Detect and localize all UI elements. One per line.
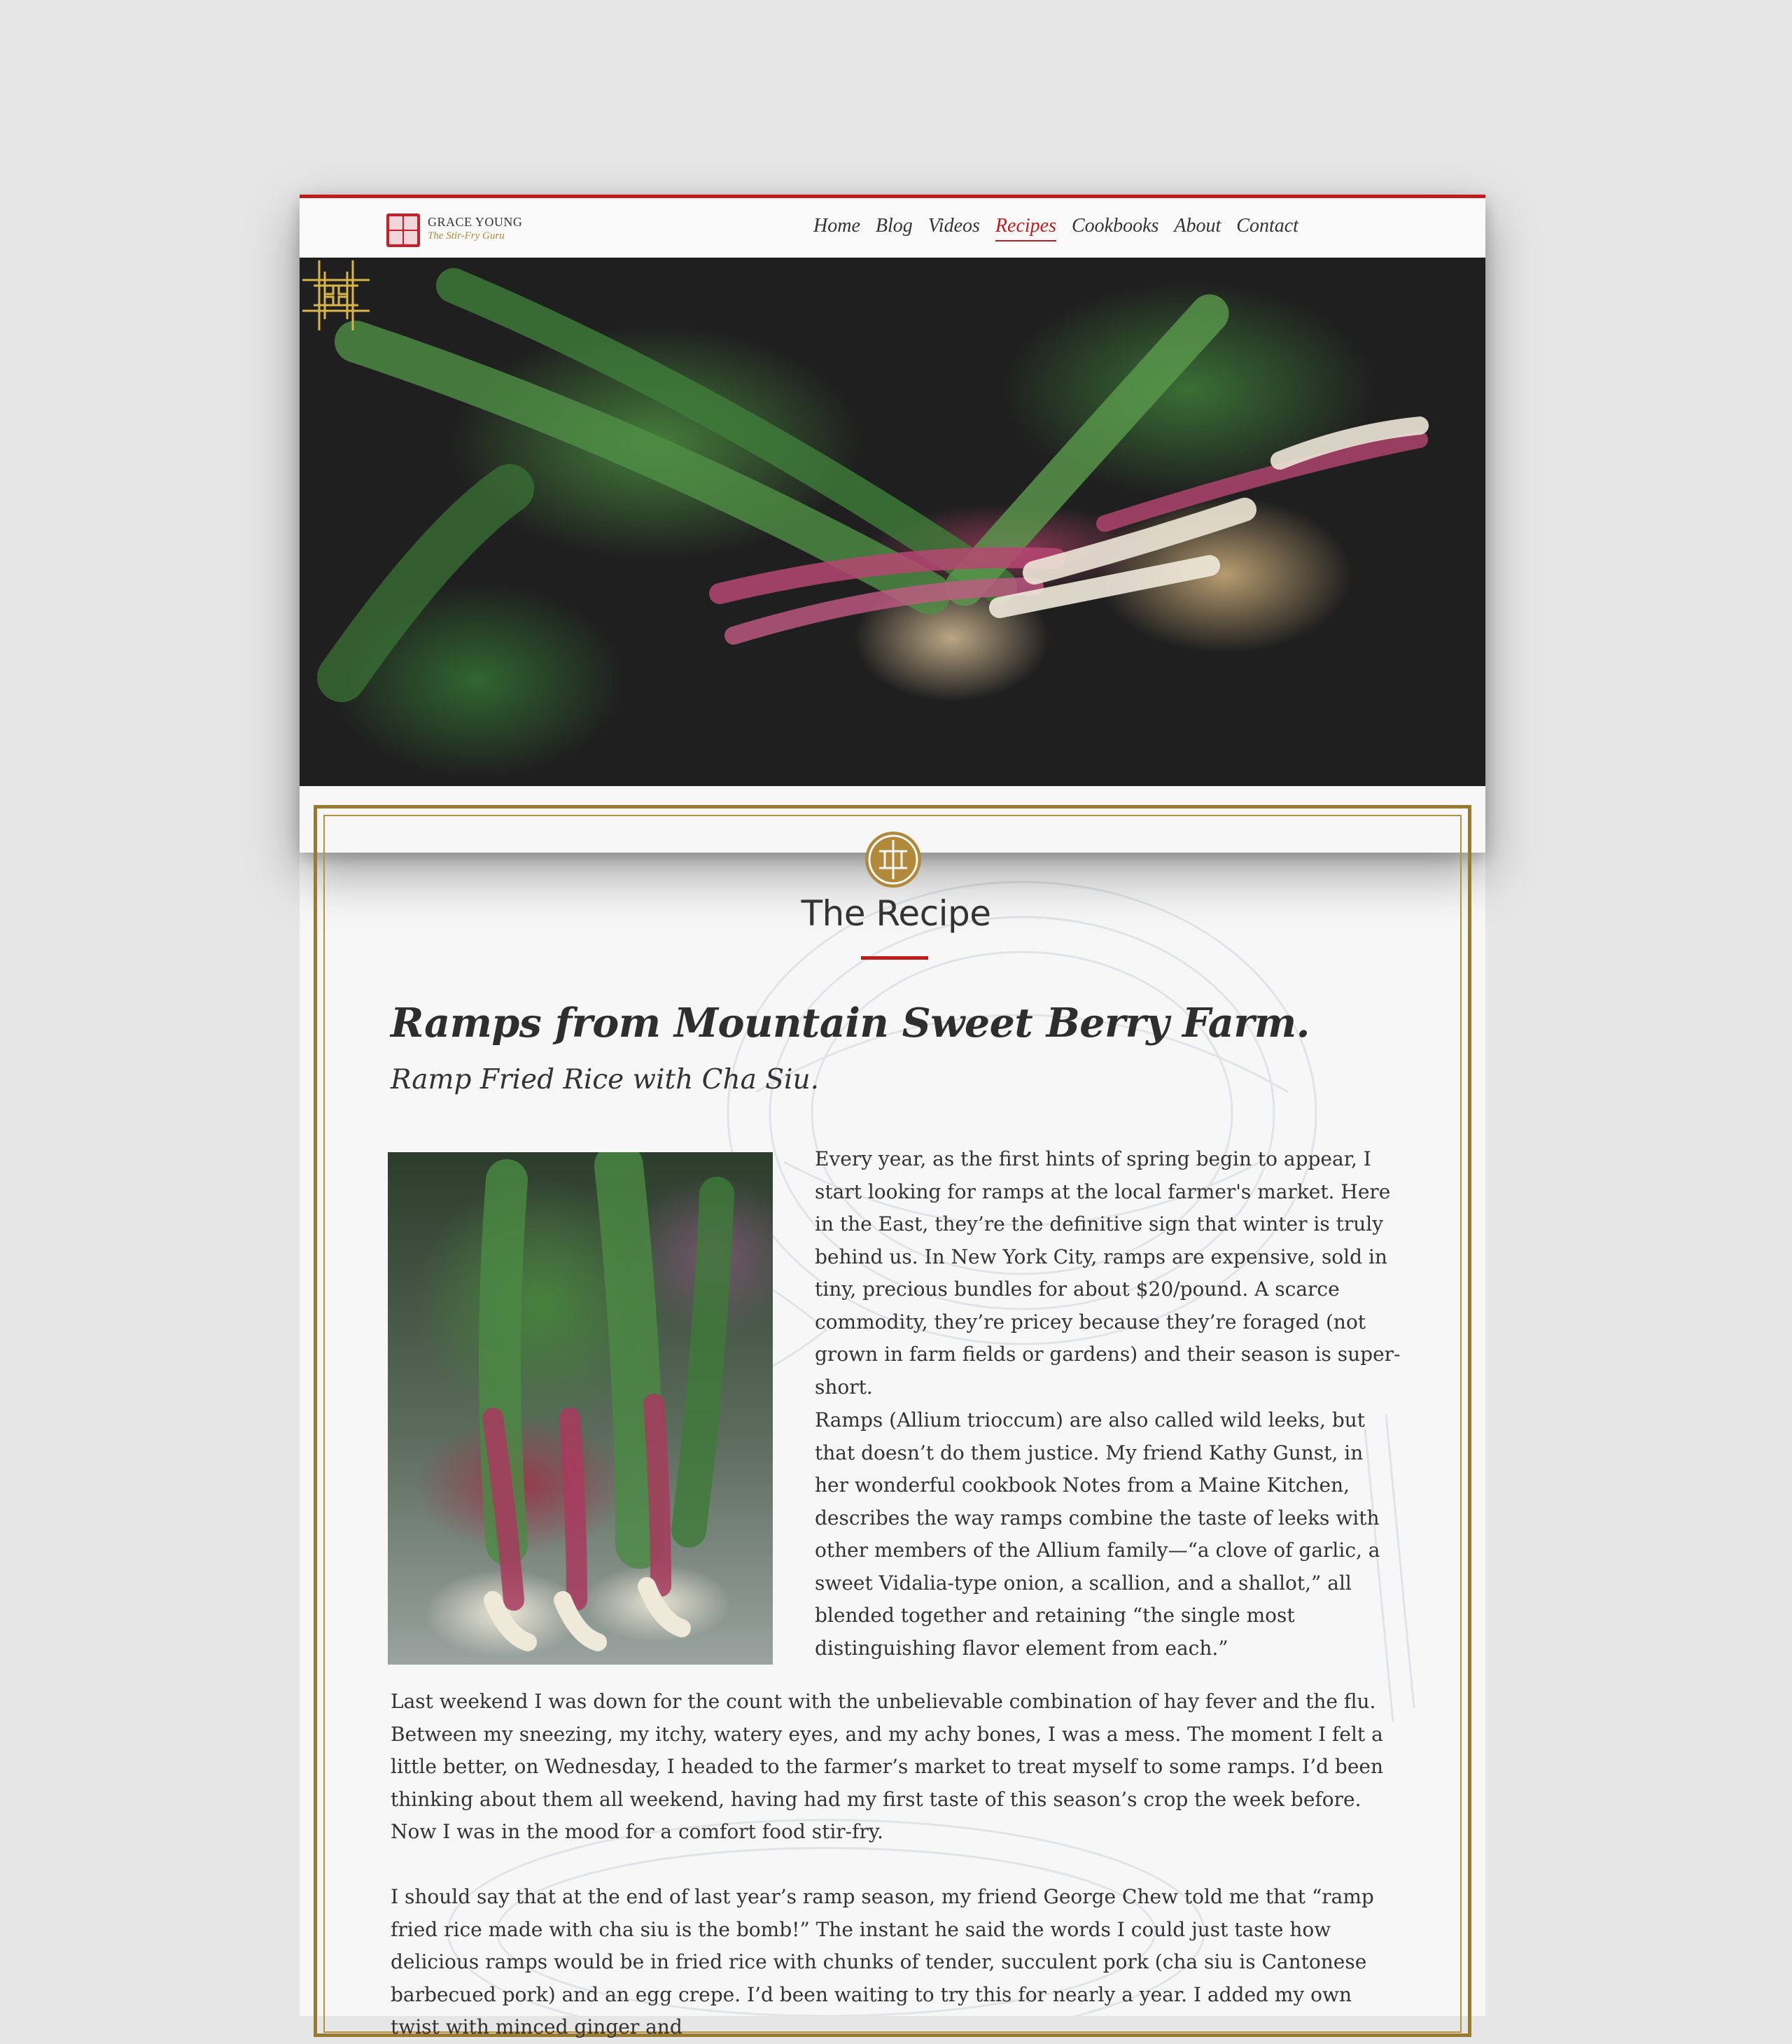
nav-cookbooks[interactable]: Cookbooks bbox=[1072, 215, 1158, 241]
nav-blog[interactable]: Blog bbox=[876, 215, 913, 241]
chinese-seal-icon[interactable] bbox=[386, 214, 420, 247]
main-nav: Home Blog Videos Recipes Cookbooks About… bbox=[813, 215, 1298, 241]
hero-illustration bbox=[317, 268, 1429, 702]
nav-contact[interactable]: Contact bbox=[1236, 215, 1298, 241]
section-title: The Recipe bbox=[801, 893, 991, 934]
title-underline bbox=[861, 956, 928, 960]
article-paragraph: Last weekend I was down for the count wi… bbox=[391, 1690, 1384, 1843]
nav-about[interactable]: About bbox=[1174, 215, 1221, 241]
nav-home[interactable]: Home bbox=[813, 215, 860, 241]
shou-medallion-icon bbox=[865, 832, 921, 888]
brand-name[interactable]: GRACE YOUNG bbox=[428, 215, 522, 230]
article-paragraph: I should say that at the end of last yea… bbox=[391, 1885, 1374, 2038]
nav-recipes[interactable]: Recipes bbox=[995, 215, 1056, 241]
site-header: GRACE YOUNG The Stir-Fry Guru Home Blog … bbox=[300, 195, 1485, 258]
article-paragraph: Every year, as the first hints of spring… bbox=[815, 1147, 1401, 1399]
fretwork-corner-icon bbox=[302, 260, 354, 312]
article-subtitle: Ramp Fried Rice with Cha Siu. bbox=[391, 1064, 819, 1096]
article-photo-illustration bbox=[479, 1152, 734, 1651]
hero-image-ramps bbox=[300, 258, 1485, 786]
brand-tagline: The Stir-Fry Guru bbox=[428, 230, 505, 241]
article-paragraph: Ramps (Allium trioccum) are also called … bbox=[815, 1408, 1380, 1660]
article-title: Ramps from Mountain Sweet Berry Farm. bbox=[391, 1000, 1310, 1046]
nav-videos[interactable]: Videos bbox=[928, 215, 980, 241]
article-photo-ramps bbox=[388, 1152, 773, 1665]
